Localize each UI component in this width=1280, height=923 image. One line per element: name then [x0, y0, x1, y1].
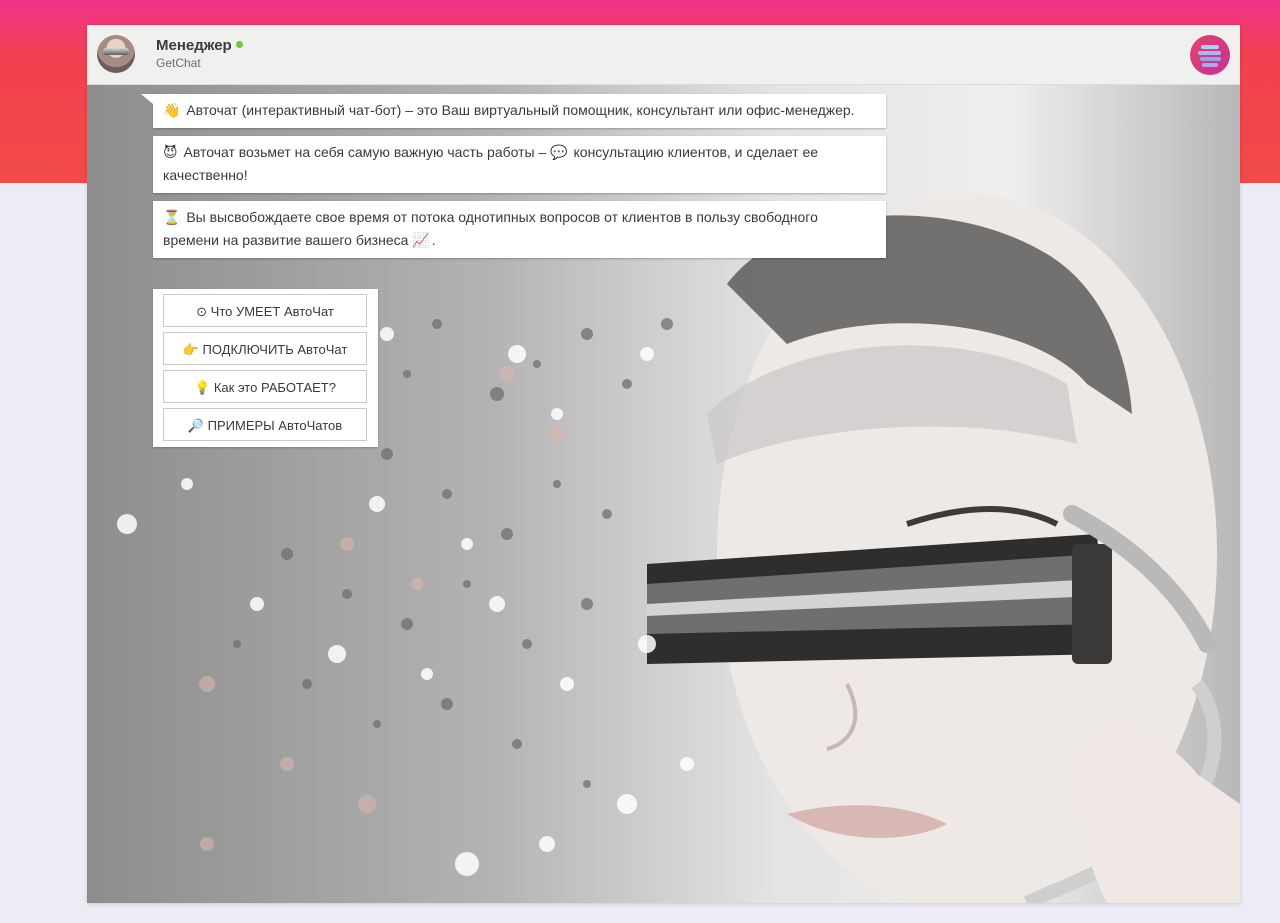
online-status-dot: [235, 41, 243, 48]
message-list: 👋 Авточат (интерактивный чат-бот) – это …: [141, 94, 886, 266]
autochat-examples-button[interactable]: 🔎 ПРИМЕРЫ АвтоЧатов: [163, 408, 367, 441]
agent-company: GetChat: [156, 56, 201, 70]
chat-header: Менеджер GetChat: [87, 25, 1240, 85]
waving-hand-icon: 👋: [163, 102, 181, 118]
agent-avatar: [97, 35, 135, 73]
message-text: Вы высвобождаете свое время от потока од…: [163, 209, 818, 248]
message-text: .: [431, 232, 436, 248]
how-it-works-button[interactable]: 💡 Как это РАБОТАЕТ?: [163, 370, 367, 403]
chat-window: Менеджер GetChat 👋 Авточат (интерактивны…: [87, 25, 1240, 903]
smiling-devil-icon: 😈: [163, 144, 178, 160]
agent-name: Менеджер: [156, 37, 232, 54]
message-text: Авточат (интерактивный чат-бот) – это Ва…: [186, 102, 855, 118]
bot-message-3: ⏳ Вы высвобождаете свое время от потока …: [153, 201, 886, 258]
chart-increasing-icon: 📈: [412, 232, 430, 248]
button-label: ПОДКЛЮЧИТЬ АвтоЧат: [202, 342, 348, 357]
button-label: Как это РАБОТАЕТ?: [213, 380, 336, 395]
quick-reply-panel: ⊙ Что УМЕЕТ АвтоЧат 👉 ПОДКЛЮЧИТЬ АвтоЧат…: [153, 289, 378, 447]
connect-autochat-button[interactable]: 👉 ПОДКЛЮЧИТЬ АвтоЧат: [163, 332, 367, 365]
magnifying-glass-icon: 🔎: [187, 418, 204, 433]
agent-name-row: Менеджер: [156, 37, 243, 54]
pointing-hand-icon: 👉: [182, 342, 199, 357]
what-can-autochat-button[interactable]: ⊙ Что УМЕЕТ АвтоЧат: [163, 294, 367, 327]
getchat-logo-icon[interactable]: [1190, 35, 1230, 75]
bot-message-1: 👋 Авточат (интерактивный чат-бот) – это …: [141, 94, 886, 128]
question-circle-icon: ⊙: [196, 304, 208, 319]
light-bulb-icon: 💡: [194, 380, 211, 395]
button-label: Что УМЕЕТ АвтоЧат: [210, 304, 334, 319]
hourglass-icon: ⏳: [163, 209, 181, 225]
speech-bubble-icon: 💬: [550, 144, 568, 160]
bot-message-2: 😈 Авточат возьмет на себя самую важную ч…: [153, 136, 886, 193]
message-text: Авточат возьмет на себя самую важную час…: [183, 144, 551, 160]
button-label: ПРИМЕРЫ АвтоЧатов: [207, 418, 343, 433]
